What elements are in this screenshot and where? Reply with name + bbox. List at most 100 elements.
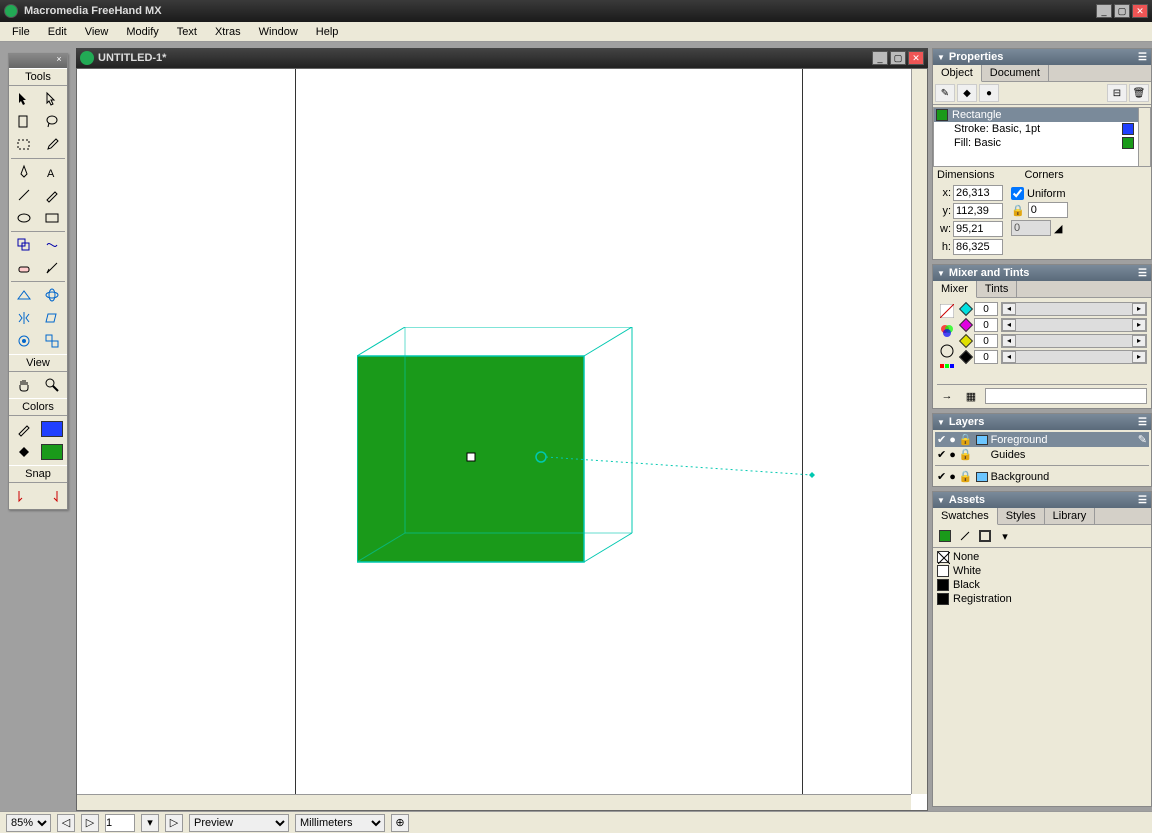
info-button[interactable]: ⊕ bbox=[391, 814, 409, 832]
knife-tool[interactable] bbox=[39, 257, 65, 279]
menu-help[interactable]: Help bbox=[308, 24, 347, 40]
eraser-tool[interactable] bbox=[11, 257, 37, 279]
horizontal-scrollbar[interactable] bbox=[77, 794, 911, 810]
menu-xtras[interactable]: Xtras bbox=[207, 24, 249, 40]
tab-tints[interactable]: Tints bbox=[977, 281, 1017, 297]
panel-menu-icon[interactable]: ☰ bbox=[1138, 417, 1147, 428]
vertical-scrollbar[interactable] bbox=[911, 69, 927, 794]
tree-scrollbar[interactable] bbox=[1138, 108, 1150, 166]
delete-button[interactable]: 🗑 bbox=[1129, 84, 1149, 102]
pencil-tool[interactable] bbox=[39, 184, 65, 206]
doc-close-button[interactable]: ✕ bbox=[908, 51, 924, 65]
skew-tool[interactable] bbox=[39, 307, 65, 329]
zoom-select[interactable]: 85% bbox=[6, 814, 51, 832]
line-tool[interactable] bbox=[11, 184, 37, 206]
lasso-tool[interactable] bbox=[39, 111, 65, 133]
print-icon[interactable]: ● bbox=[949, 471, 956, 483]
w-input[interactable] bbox=[953, 221, 1003, 237]
swatch-both-button[interactable] bbox=[976, 528, 994, 544]
mixer-k-slider[interactable]: ◂▸ bbox=[1001, 350, 1147, 364]
tab-swatches[interactable]: Swatches bbox=[933, 508, 998, 525]
snap-to-point-tool[interactable] bbox=[11, 485, 37, 507]
color-mode-rgb-icon[interactable] bbox=[937, 322, 957, 340]
color-preview[interactable] bbox=[985, 388, 1147, 404]
tab-styles[interactable]: Styles bbox=[998, 508, 1045, 524]
mixer-m-input[interactable] bbox=[974, 318, 998, 332]
menu-window[interactable]: Window bbox=[251, 24, 306, 40]
layer-background[interactable]: ✔●🔒Background bbox=[935, 469, 1149, 484]
y-input[interactable] bbox=[953, 203, 1003, 219]
output-area-tool[interactable] bbox=[11, 134, 37, 156]
canvas[interactable] bbox=[76, 68, 928, 811]
mixer-c-input[interactable] bbox=[974, 302, 998, 316]
h-input[interactable] bbox=[953, 239, 1003, 255]
color-mode-cmyk-icon[interactable] bbox=[937, 302, 957, 320]
panel-menu-icon[interactable]: ☰ bbox=[1138, 268, 1147, 279]
visible-icon[interactable]: ✔ bbox=[937, 470, 946, 483]
tab-mixer[interactable]: Mixer bbox=[933, 281, 977, 298]
duplicate-button[interactable]: ⊟ bbox=[1107, 84, 1127, 102]
scale-tool[interactable] bbox=[11, 234, 37, 256]
3d-cube-object[interactable] bbox=[357, 327, 917, 587]
layer-guides[interactable]: ✔●🔒Guides bbox=[935, 447, 1149, 462]
reflect-tool[interactable] bbox=[11, 307, 37, 329]
lock-icon[interactable]: 🔒 bbox=[959, 448, 973, 461]
units-select[interactable]: Millimeters bbox=[295, 814, 385, 832]
perspective-tool[interactable] bbox=[11, 284, 37, 306]
mixer-y-slider[interactable]: ◂▸ bbox=[1001, 334, 1147, 348]
lock-icon[interactable]: 🔒 bbox=[959, 433, 973, 446]
close-button[interactable]: ✕ bbox=[1132, 4, 1148, 18]
object-tree[interactable]: Rectangle Stroke: Basic, 1pt Fill: Basic bbox=[933, 107, 1151, 167]
tree-stroke[interactable]: Stroke: Basic, 1pt bbox=[934, 122, 1150, 136]
hand-tool[interactable] bbox=[11, 374, 37, 396]
lock-icon[interactable]: 🔒 bbox=[1011, 204, 1025, 217]
add-stroke-button[interactable]: ✎ bbox=[935, 84, 955, 102]
swatch-white[interactable]: White bbox=[935, 564, 1149, 578]
menu-edit[interactable]: Edit bbox=[40, 24, 75, 40]
page-nav-button[interactable]: ▷ bbox=[165, 814, 183, 832]
tab-document[interactable]: Document bbox=[982, 65, 1049, 81]
freeform-tool[interactable] bbox=[39, 234, 65, 256]
add-effect-button[interactable]: ● bbox=[979, 84, 999, 102]
swatch-black[interactable]: Black bbox=[935, 578, 1149, 592]
pointer-tool[interactable] bbox=[11, 88, 37, 110]
panel-menu-icon[interactable]: ☰ bbox=[1138, 495, 1147, 506]
fill-color-tool[interactable] bbox=[11, 441, 37, 463]
snap-to-object-tool[interactable] bbox=[39, 485, 65, 507]
prev-page-button[interactable]: ◁ bbox=[57, 814, 75, 832]
layer-foreground[interactable]: ✔●🔒Foreground✎ bbox=[935, 432, 1149, 447]
text-tool[interactable]: A bbox=[39, 161, 65, 183]
uniform-checkbox[interactable] bbox=[1011, 187, 1024, 200]
visible-icon[interactable]: ✔ bbox=[937, 448, 946, 461]
page-tool[interactable] bbox=[11, 111, 37, 133]
trace-tool[interactable] bbox=[39, 330, 65, 352]
swatch-fill-button[interactable] bbox=[936, 528, 954, 544]
next-page-button[interactable]: ▷ bbox=[81, 814, 99, 832]
color-mode-system-icon[interactable] bbox=[937, 362, 957, 380]
tree-rectangle[interactable]: Rectangle bbox=[934, 108, 1150, 122]
swatch-none[interactable]: None bbox=[935, 550, 1149, 564]
color-well-icon[interactable]: ▦ bbox=[961, 388, 981, 404]
tree-fill[interactable]: Fill: Basic bbox=[934, 136, 1150, 150]
menu-text[interactable]: Text bbox=[169, 24, 205, 40]
stroke-color-swatch[interactable] bbox=[39, 418, 65, 440]
subselect-tool[interactable] bbox=[39, 88, 65, 110]
tools-close-icon[interactable]: × bbox=[53, 54, 65, 66]
mixer-k-input[interactable] bbox=[974, 350, 998, 364]
doc-maximize-button[interactable]: ▢ bbox=[890, 51, 906, 65]
print-icon[interactable]: ● bbox=[949, 449, 956, 461]
menu-view[interactable]: View bbox=[77, 24, 117, 40]
collapse-icon[interactable]: ▼ bbox=[937, 269, 945, 278]
fill-color-swatch[interactable] bbox=[39, 441, 65, 463]
collapse-icon[interactable]: ▼ bbox=[937, 496, 945, 505]
menu-file[interactable]: File bbox=[4, 24, 38, 40]
mode-select[interactable]: Preview bbox=[189, 814, 289, 832]
zoom-tool[interactable] bbox=[39, 374, 65, 396]
corner-input-1[interactable] bbox=[1028, 202, 1068, 218]
doc-minimize-button[interactable]: _ bbox=[872, 51, 888, 65]
add-fill-button[interactable]: ◆ bbox=[957, 84, 977, 102]
add-to-swatches-button[interactable]: → bbox=[937, 388, 957, 404]
menu-modify[interactable]: Modify bbox=[118, 24, 166, 40]
collapse-icon[interactable]: ▼ bbox=[937, 418, 945, 427]
stroke-color-tool[interactable] bbox=[11, 418, 37, 440]
